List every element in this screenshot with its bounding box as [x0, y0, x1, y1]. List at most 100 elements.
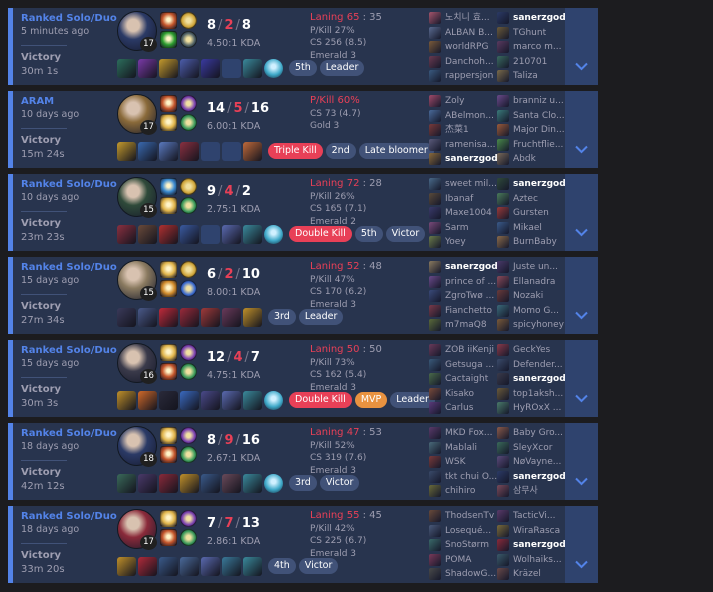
item-icon[interactable] — [138, 557, 157, 576]
player-entry[interactable]: Santa Clo... — [497, 109, 567, 124]
expand-button[interactable] — [565, 257, 598, 334]
player-name[interactable]: Mikael — [513, 223, 542, 233]
player-entry[interactable]: Baby Gro... — [497, 426, 567, 441]
summoner-spell-icon[interactable] — [160, 510, 177, 527]
player-name[interactable]: Yoey — [445, 237, 466, 247]
summoner-spell-icon[interactable] — [160, 197, 177, 214]
rune-icon[interactable] — [180, 261, 197, 278]
player-name[interactable]: Fianchetto — [445, 306, 492, 316]
expand-button[interactable] — [565, 91, 598, 168]
match-card[interactable]: Ranked Solo/Duo 15 days ago Victory 30m 3s 1… — [8, 340, 598, 417]
item-icon[interactable] — [159, 308, 178, 327]
player-entry[interactable]: BurnBaby — [497, 235, 567, 250]
player-entry[interactable]: sanerzgod — [497, 177, 567, 192]
player-entry[interactable]: HyROxX ... — [497, 401, 567, 416]
item-icon[interactable] — [180, 225, 199, 244]
item-icon[interactable] — [117, 474, 136, 493]
match-card[interactable]: Ranked Solo/Duo 15 days ago Victory 27m 34s… — [8, 257, 598, 334]
summoner-spell-icon[interactable] — [160, 12, 177, 29]
player-name[interactable]: Abdk — [513, 154, 536, 164]
player-entry[interactable]: Yoey — [429, 235, 499, 250]
player-name[interactable]: Carlus — [445, 403, 473, 413]
item-icon[interactable] — [159, 225, 178, 244]
item-icon[interactable] — [222, 225, 241, 244]
player-name[interactable]: WSK — [445, 457, 466, 467]
player-name[interactable]: ALBAN B... — [445, 28, 493, 38]
player-name[interactable]: Gursten — [513, 208, 549, 218]
item-icon[interactable] — [222, 391, 241, 410]
item-icon[interactable] — [138, 59, 157, 78]
item-icon[interactable] — [243, 474, 262, 493]
player-name[interactable]: sanerzgod — [445, 262, 498, 272]
player-entry[interactable]: Fruchtflie... — [497, 138, 567, 153]
player-entry[interactable]: GeckYes — [497, 343, 567, 358]
item-icon[interactable] — [201, 59, 220, 78]
player-name[interactable]: worldRPG — [445, 42, 488, 52]
item-icon[interactable] — [117, 557, 136, 576]
player-name[interactable]: Kräzel — [513, 569, 541, 579]
summoner-spell-icon[interactable] — [160, 446, 177, 463]
player-name[interactable]: Defender... — [513, 360, 563, 370]
player-name[interactable]: marco m... — [513, 42, 561, 52]
item-icon[interactable] — [159, 474, 178, 493]
item-icon[interactable] — [159, 557, 178, 576]
player-name[interactable]: Santa Clo... — [513, 111, 565, 121]
rune-icon[interactable] — [180, 197, 197, 214]
player-name[interactable]: sanerzgod — [513, 472, 566, 482]
player-entry[interactable]: top1aksh... — [497, 387, 567, 402]
item-icon[interactable] — [201, 308, 220, 327]
player-entry[interactable]: marco m... — [497, 40, 567, 55]
rune-icon[interactable] — [180, 363, 197, 380]
player-entry[interactable]: tkt chui O... — [429, 470, 499, 485]
player-name[interactable]: Momo G... — [513, 306, 559, 316]
item-icon[interactable] — [117, 225, 136, 244]
player-name[interactable]: top1aksh... — [513, 389, 563, 399]
rune-icon[interactable] — [180, 114, 197, 131]
player-entry[interactable]: branniz u... — [497, 94, 567, 109]
player-name[interactable]: ThodsenTv — [445, 511, 494, 521]
player-entry[interactable]: Kräzel — [497, 567, 567, 582]
player-name[interactable]: spicyhoney — [513, 320, 564, 330]
rune-icon[interactable] — [180, 529, 197, 546]
player-name[interactable]: 노치니 효... — [445, 13, 490, 23]
player-name[interactable]: sanerzgod — [513, 13, 566, 23]
player-entry[interactable]: Ibanaf — [429, 192, 499, 207]
summoner-spell-icon[interactable] — [160, 344, 177, 361]
item-icon[interactable] — [222, 308, 241, 327]
item-icon[interactable] — [159, 59, 178, 78]
item-icon[interactable] — [159, 142, 178, 161]
player-name[interactable]: sanerzgod — [513, 374, 566, 384]
player-entry[interactable]: chihiro — [429, 484, 499, 499]
player-entry[interactable]: Getsuga ... — [429, 358, 499, 373]
player-name[interactable]: 삼무사 — [513, 486, 538, 496]
ward-trinket-icon[interactable] — [264, 225, 283, 244]
rune-icon[interactable] — [180, 427, 197, 444]
player-entry[interactable]: Mablali — [429, 441, 499, 456]
player-name[interactable]: Fruchtflie... — [513, 140, 563, 150]
player-name[interactable]: Cactaight — [445, 374, 488, 384]
player-name[interactable]: sanerzgod — [445, 154, 498, 164]
player-entry[interactable]: rappersjon — [429, 69, 499, 84]
summoner-spell-icon[interactable] — [160, 427, 177, 444]
item-icon[interactable] — [180, 142, 199, 161]
player-entry[interactable]: worldRPG — [429, 40, 499, 55]
player-name[interactable]: TGhunt — [513, 28, 546, 38]
player-entry[interactable]: Aztec — [497, 192, 567, 207]
item-icon[interactable] — [117, 391, 136, 410]
player-entry[interactable]: sanerzgod — [497, 372, 567, 387]
player-entry[interactable]: ABelmon... — [429, 109, 499, 124]
player-entry[interactable]: MKD Fox... — [429, 426, 499, 441]
player-name[interactable]: MKD Fox... — [445, 428, 492, 438]
player-entry[interactable]: spicyhoney — [497, 318, 567, 333]
player-entry[interactable]: sanerzgod — [429, 152, 499, 167]
match-card[interactable]: Ranked Solo/Duo 5 minutes ago Victory 30m 1… — [8, 8, 598, 85]
player-name[interactable]: 210701 — [513, 57, 547, 67]
item-icon[interactable] — [117, 142, 136, 161]
item-icon[interactable] — [243, 308, 262, 327]
rune-icon[interactable] — [180, 95, 197, 112]
player-name[interactable]: Aztec — [513, 194, 538, 204]
player-entry[interactable]: ALBAN B... — [429, 26, 499, 41]
item-icon[interactable] — [222, 474, 241, 493]
expand-button[interactable] — [565, 8, 598, 85]
player-entry[interactable]: 杰菜1 — [429, 123, 499, 138]
